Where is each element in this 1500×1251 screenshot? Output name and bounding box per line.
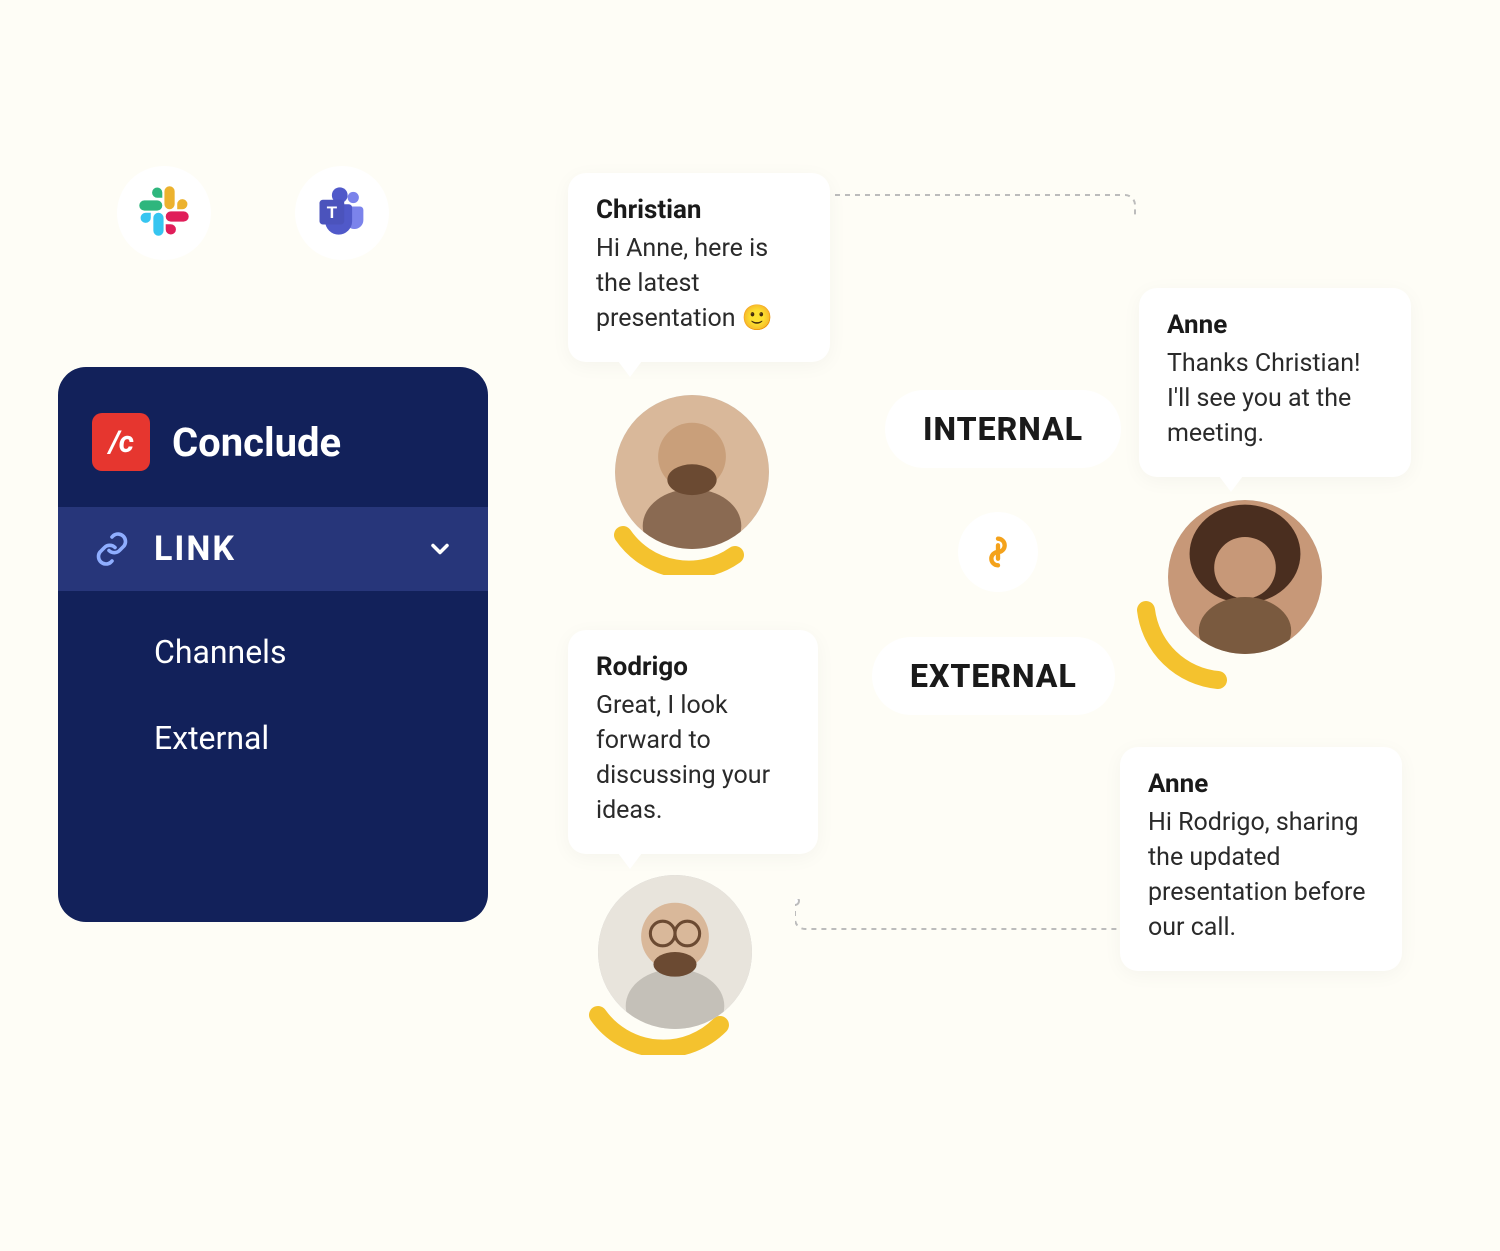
avatar-rodrigo	[598, 875, 752, 1029]
link-label: LINK	[154, 529, 404, 569]
tag-internal: INTERNAL	[885, 390, 1121, 468]
slack-icon-chip	[117, 166, 211, 260]
message-anne-2: Anne Hi Rodrigo, sharing the updated pre…	[1120, 747, 1402, 971]
slack-icon	[138, 185, 190, 241]
link-row[interactable]: LINK	[58, 507, 488, 591]
message-sender: Rodrigo	[596, 652, 790, 682]
sidebar-item-label: External	[154, 719, 269, 757]
message-sender: Anne	[1167, 310, 1383, 340]
message-text: Thanks Christian! I'll see you at the me…	[1167, 346, 1383, 451]
sidebar-item-channels[interactable]: Channels	[58, 609, 488, 695]
canvas: T /c Conclude LINK	[0, 0, 1500, 1251]
svg-text:T: T	[327, 203, 338, 222]
sidebar-item-label: Channels	[154, 633, 286, 671]
connector-top	[825, 190, 1155, 220]
avatar-christian	[615, 395, 769, 549]
teams-icon-chip: T	[295, 166, 389, 260]
sidebar-header: /c Conclude	[58, 413, 488, 507]
message-christian: Christian Hi Anne, here is the latest pr…	[568, 173, 830, 362]
logo-text: /c	[109, 425, 133, 460]
message-anne-1: Anne Thanks Christian! I'll see you at t…	[1139, 288, 1411, 477]
message-text: Hi Anne, here is the latest presentation…	[596, 231, 802, 336]
tag-label: INTERNAL	[923, 410, 1083, 448]
sidebar-card: /c Conclude LINK Channels External	[58, 367, 488, 922]
message-sender: Christian	[596, 195, 802, 225]
conclude-logo: /c	[92, 413, 150, 471]
chevron-down-icon	[426, 535, 454, 563]
link-icon	[92, 529, 132, 569]
app-title: Conclude	[172, 419, 341, 466]
tag-external: EXTERNAL	[872, 637, 1115, 715]
message-text: Great, I look forward to discussing your…	[596, 688, 790, 828]
teams-icon: T	[315, 184, 369, 242]
message-rodrigo: Rodrigo Great, I look forward to discuss…	[568, 630, 818, 854]
message-sender: Anne	[1148, 769, 1374, 799]
tag-label: EXTERNAL	[910, 657, 1077, 695]
message-text: Hi Rodrigo, sharing the updated presenta…	[1148, 805, 1374, 945]
sidebar-item-external[interactable]: External	[58, 695, 488, 781]
link-circle-icon	[958, 512, 1038, 592]
avatar-anne	[1168, 500, 1322, 654]
connector-bottom	[795, 899, 1135, 939]
